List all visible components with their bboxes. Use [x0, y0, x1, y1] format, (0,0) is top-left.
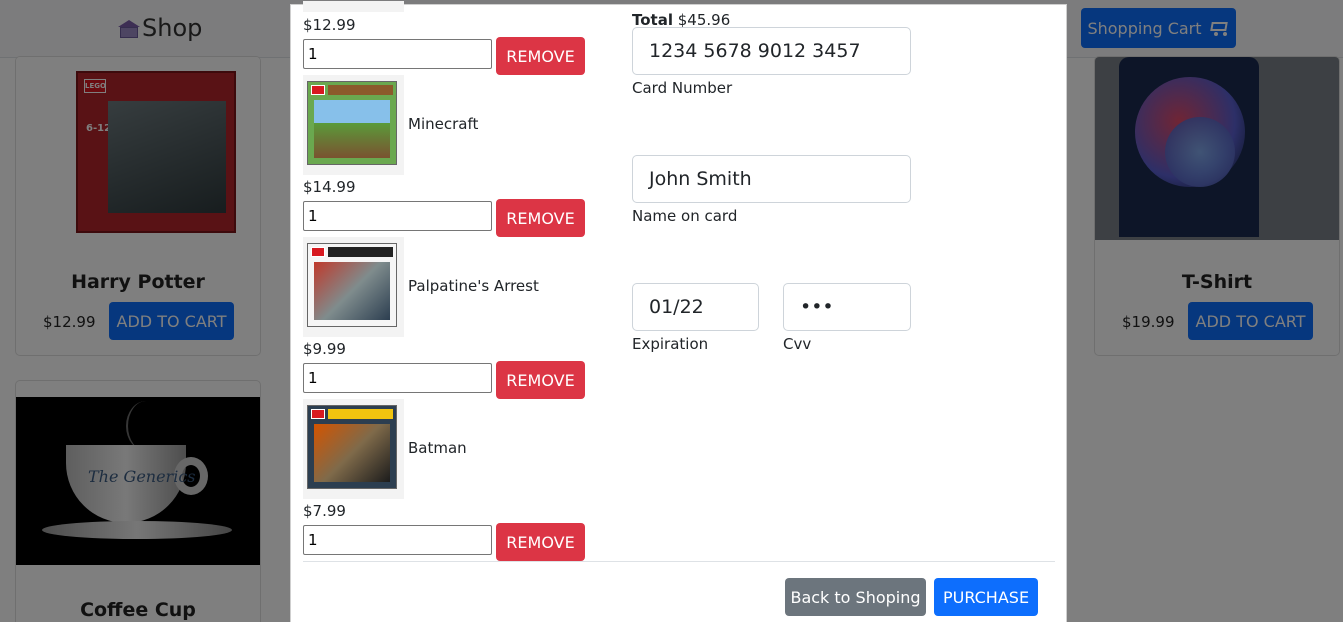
purchase-button[interactable]: PURCHASE: [934, 578, 1038, 616]
cart-item-name: Batman: [408, 439, 467, 457]
cart-item-thumb: [303, 237, 404, 337]
star-wars-box-image: [307, 243, 397, 327]
back-to-shopping-button[interactable]: Back to Shoping: [785, 578, 926, 616]
card-number-label: Card Number: [632, 79, 733, 97]
name-on-card-field[interactable]: John Smith: [632, 155, 911, 203]
card-number-field[interactable]: 1234 5678 9012 3457: [632, 27, 911, 75]
expiration-label: Expiration: [632, 335, 709, 353]
remove-button[interactable]: REMOVE: [496, 523, 585, 561]
cart-item-name: Minecraft: [408, 115, 479, 133]
cart-item-name: Palpatine's Arrest: [408, 277, 539, 295]
cart-item-thumb: [303, 75, 404, 175]
name-on-card-label: Name on card: [632, 207, 738, 225]
quantity-input[interactable]: 1: [303, 363, 492, 393]
cart-item-thumb: [303, 399, 404, 499]
modal-footer-divider: [303, 561, 1055, 562]
cart-item-price: $12.99: [303, 16, 356, 34]
cart-item-price: $9.99: [303, 340, 346, 358]
cart-item-price: $14.99: [303, 178, 356, 196]
remove-button[interactable]: REMOVE: [496, 361, 585, 399]
minecraft-box-image: [307, 81, 397, 165]
expiration-field[interactable]: 01/22: [632, 283, 759, 331]
cvv-label: Cvv: [783, 335, 812, 353]
remove-button[interactable]: REMOVE: [496, 37, 585, 75]
cart-modal: $12.99 1 REMOVE Minecraft $14.99 1 REMOV…: [290, 1, 1067, 622]
cart-item-price: $7.99: [303, 502, 346, 520]
remove-button[interactable]: REMOVE: [496, 199, 585, 237]
quantity-input[interactable]: 1: [303, 39, 492, 69]
quantity-input[interactable]: 1: [303, 525, 492, 555]
cvv-field[interactable]: •••: [783, 283, 911, 331]
quantity-input[interactable]: 1: [303, 201, 492, 231]
batman-box-image: [307, 405, 397, 489]
cart-item-thumb: [303, 1, 404, 12]
